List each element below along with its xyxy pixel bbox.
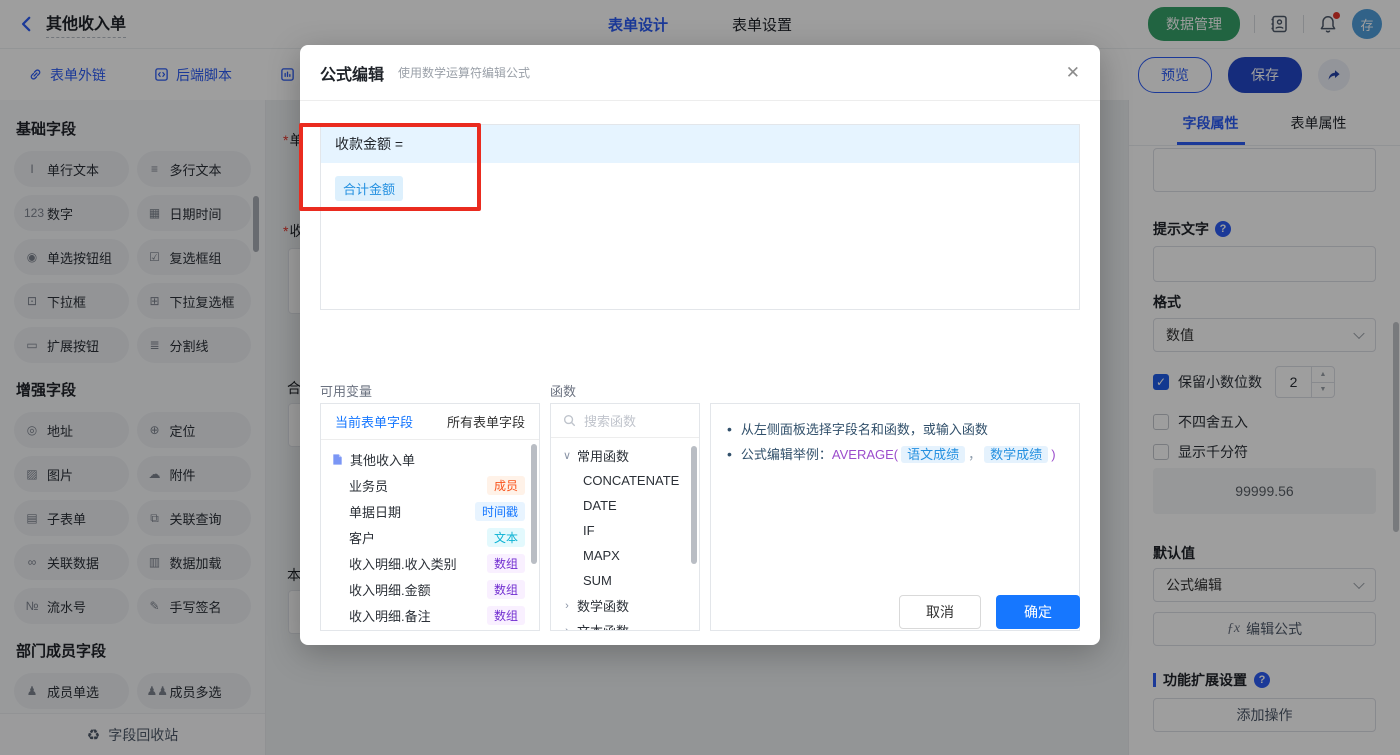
variables-panel: 当前表单字段 所有表单字段 其他收入单 业务员 成员单据日期 时间戳客户 文本收入明细… <box>320 403 540 631</box>
variables-root-label: 其他收入单 <box>350 452 416 468</box>
function-item[interactable]: CONCATENATE <box>557 468 699 493</box>
variables-tabs: 当前表单字段 所有表单字段 <box>321 404 539 440</box>
modal-subtitle: 使用数学运算符编辑公式 <box>398 66 531 80</box>
modal-footer: 取消 确定 <box>899 595 1080 629</box>
variable-type-badge: 文本 <box>486 527 525 547</box>
variable-name: 客户 <box>349 530 376 546</box>
caret-right-icon: › <box>565 599 569 612</box>
function-item[interactable]: SUM <box>557 568 699 593</box>
example-arg-chip: 语文成绩 <box>901 446 966 463</box>
cancel-button[interactable]: 取消 <box>899 595 981 629</box>
bullet-icon: • <box>727 446 732 462</box>
variable-name: 收入明细.收入类别 <box>349 556 457 572</box>
variable-row[interactable]: 单据日期 时间戳 <box>321 498 539 524</box>
variable-name: 单据日期 <box>349 504 402 520</box>
formula-expression[interactable]: 合计金额 <box>321 163 1079 214</box>
function-group-label: 文本函数 <box>577 621 629 630</box>
function-item[interactable]: IF <box>557 518 699 543</box>
tab-current-form-fields[interactable]: 当前表单字段 <box>335 412 413 431</box>
search-icon <box>563 414 576 427</box>
functions-label: 函数 <box>550 384 577 399</box>
function-search-placeholder: 搜索函数 <box>584 414 637 429</box>
variable-type-badge: 数组 <box>486 579 525 599</box>
variable-name: 收入明细.备注 <box>349 608 431 624</box>
function-group-label: 数学函数 <box>577 599 630 614</box>
caret-right-icon: › <box>565 624 569 631</box>
modal-body: 收款金额 = 合计金额 可用变量 函数 当前表单字段 所有表单字段 其他收入单 <box>300 101 1100 645</box>
variable-type-badge: 数组 <box>486 605 525 625</box>
example-arg-chip: 数学成绩 <box>984 446 1049 463</box>
variable-row[interactable]: 业务员 成员 <box>321 472 539 498</box>
variable-type-badge: 数组 <box>486 553 525 573</box>
variable-row[interactable]: 收入明细.金额 数组 <box>321 576 539 602</box>
tab-all-form-fields[interactable]: 所有表单字段 <box>447 412 525 431</box>
function-group[interactable]: ∨ 常用函数 <box>557 443 699 468</box>
modal-title: 公式编辑 <box>320 66 385 84</box>
tip-line-1: • 从左侧面板选择字段名和函数，或输入函数 <box>727 417 1063 442</box>
functions-scrollbar[interactable] <box>691 446 697 564</box>
variable-type-badge: 时间戳 <box>474 501 525 521</box>
variables-tree: 其他收入单 业务员 成员 单据日期 时间戳 客户 文本 收入明细.收入类别 数组 收入明细.金额… <box>321 440 539 630</box>
caret-down-icon: ∨ <box>562 450 572 462</box>
variables-tree-root[interactable]: 其他收入单 <box>321 446 539 472</box>
function-group-label: 常用函数 <box>577 449 630 464</box>
variables-rows: 业务员 成员 单据日期 时间戳 客户 文本 收入明细.收入类别 数组 收入明细.金额 数组 收入明细… <box>321 472 539 628</box>
functions-tree: ∨ 常用函数 CONCATENATEDATEIFMAPXSUM › 数学函数 › 文本函数 <box>551 438 699 631</box>
modal-header: 公式编辑 使用数学运算符编辑公式 ✕ <box>300 45 1100 101</box>
function-group[interactable]: › 文本函数 <box>557 618 699 631</box>
function-item[interactable]: MAPX <box>557 543 699 568</box>
tip-line-2: • 公式编辑举例：AVERAGE(语文成绩，数学成绩) <box>727 442 1063 467</box>
confirm-button[interactable]: 确定 <box>996 595 1080 629</box>
variable-name: 业务员 <box>349 478 389 494</box>
bullet-icon: • <box>727 421 732 437</box>
app-root: 其他收入单 表单设计 表单设置 数据管理 存 表单外链 后端脚本 预览 保存 基… <box>0 0 1400 755</box>
function-group[interactable]: › 数学函数 <box>557 593 699 618</box>
example-function-name: AVERAGE( <box>831 447 899 462</box>
variables-label: 可用变量 <box>320 384 373 399</box>
variable-name: 收入明细.金额 <box>349 582 431 598</box>
function-item[interactable]: DATE <box>557 493 699 518</box>
close-icon[interactable]: ✕ <box>1066 64 1080 81</box>
variable-row[interactable]: 收入明细.备注 数组 <box>321 602 539 628</box>
variable-row[interactable]: 客户 文本 <box>321 524 539 550</box>
document-icon <box>333 453 342 465</box>
formula-target: 收款金额 = <box>321 125 1079 163</box>
function-search[interactable]: 搜索函数 <box>551 404 699 438</box>
variable-type-badge: 成员 <box>486 475 525 495</box>
formula-edit-modal: 公式编辑 使用数学运算符编辑公式 ✕ 收款金额 = 合计金额 可用变量 函数 当… <box>300 45 1100 645</box>
functions-panel: 搜索函数 ∨ 常用函数 CONCATENATE DATE IF MAPX SUM › 数学函数 ›… <box>550 403 700 631</box>
variable-row[interactable]: 收入明细.收入类别 数组 <box>321 550 539 576</box>
formula-editor[interactable]: 收款金额 = 合计金额 <box>320 124 1080 310</box>
variables-scrollbar[interactable] <box>531 444 537 564</box>
formula-field-chip[interactable]: 合计金额 <box>335 176 404 201</box>
